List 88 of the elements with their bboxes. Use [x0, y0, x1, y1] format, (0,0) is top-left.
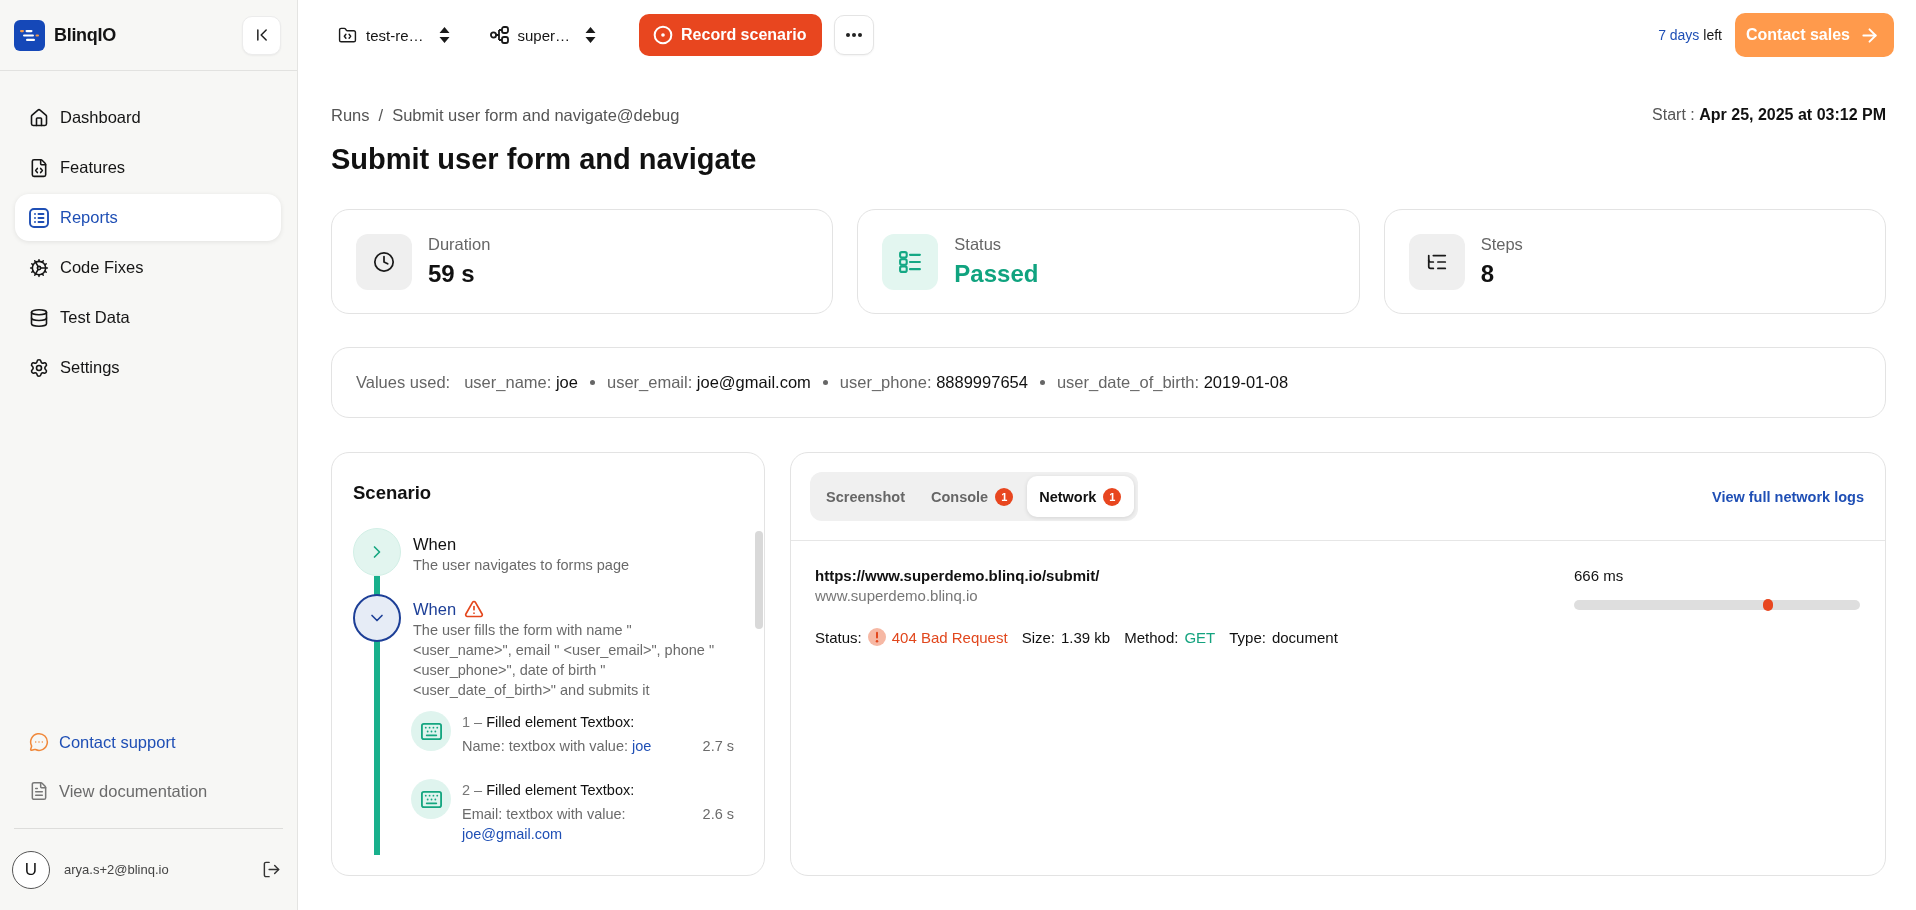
settings-icon [29, 357, 49, 378]
request-host: www.superdemo.blinq.io [815, 586, 979, 606]
logout-icon[interactable] [262, 860, 281, 879]
ellipsis-icon [846, 33, 863, 37]
step-keyword: When [413, 534, 457, 554]
record-icon [653, 25, 674, 45]
nav-item[interactable]: Dashboard [15, 94, 281, 141]
count-badge: 1 [995, 487, 1014, 506]
breadcrumb-current: Submit user form and navigate@debug [392, 105, 680, 125]
stat-value: Passed [954, 260, 1039, 288]
stat-label: Duration [428, 235, 491, 254]
field-value: 1.39 kb [1061, 628, 1111, 646]
breadcrumb-link[interactable]: Runs [331, 105, 370, 125]
panel-title: Scenario [353, 482, 433, 504]
breadcrumb-separator: / [378, 105, 384, 125]
action-detail: Name: textbox with value: joe [462, 737, 653, 756]
user-email: arya.s+2@blinq.io [64, 862, 170, 877]
field-label: Method: [1124, 628, 1179, 646]
nav-item[interactable]: Test Data [15, 294, 281, 341]
request-url: https://www.superdemo.blinq.io/submit/ [815, 566, 1101, 586]
action-duration: 2.7 s [702, 737, 734, 756]
home-icon [29, 107, 49, 128]
step-toggle-button[interactable] [353, 594, 401, 642]
tab[interactable]: Screenshot [814, 476, 918, 517]
sort-arrows-icon [438, 26, 450, 44]
value-item: user_phone: 8889997654 [839, 373, 1028, 392]
value-item: user_email: joe@gmail.com [606, 373, 811, 392]
view-logs-link[interactable]: View full network logs [1712, 488, 1864, 505]
documentation-link[interactable]: View documentation [15, 771, 281, 811]
keyboard-icon [411, 779, 451, 819]
support-link[interactable]: Contact support [15, 722, 281, 762]
more-button[interactable] [834, 15, 875, 55]
stat-value: 8 [1480, 260, 1495, 288]
scrollbar[interactable] [755, 531, 763, 629]
value-item: user_date_of_birth: 2019-01-08 [1056, 373, 1289, 392]
database-icon [29, 307, 49, 328]
step-keyword: When [413, 599, 457, 619]
app-selector[interactable]: super… [489, 26, 597, 44]
start-time: Start : Apr 25, 2025 at 03:12 PM [1652, 106, 1886, 124]
bullet-icon [589, 380, 595, 385]
collapse-sidebar-button[interactable] [242, 15, 281, 55]
cog-icon [29, 257, 49, 278]
action-detail: Email: textbox with value: joe@gmail.com [462, 805, 627, 844]
nav-item[interactable]: Settings [15, 344, 281, 391]
value-item: user_name: joe [464, 373, 578, 392]
user-avatar: U [12, 850, 50, 889]
field-label: Type: [1229, 628, 1266, 646]
keyboard-icon [411, 711, 451, 751]
nav-item[interactable]: Reports [15, 194, 281, 241]
action-title: 1 – Filled element Textbox: [462, 713, 636, 732]
brand-name: BlinqIO [54, 24, 116, 46]
status-list-icon [882, 233, 939, 290]
project-selector[interactable]: test-re… [338, 25, 450, 45]
step-description: The user fills the form with name " <user_name>", email " <user_email>", phone " <user_phone>", date of birth " <user_date_of_birth>" and submits it [413, 621, 716, 700]
tab[interactable]: Network 1 [1027, 476, 1135, 517]
clock-icon [356, 233, 412, 290]
stat-label: Steps [1480, 235, 1523, 254]
trial-days-left: 7 days left [1658, 27, 1722, 43]
field-value: GET [1184, 628, 1216, 646]
file-code-icon [29, 157, 49, 178]
stat-value: 59 s [428, 260, 476, 288]
count-badge: 1 [1103, 487, 1122, 506]
bullet-icon [1039, 380, 1045, 385]
tab[interactable]: Console 1 [919, 476, 1027, 517]
step-description: The user navigates to forms page [413, 556, 630, 575]
action-title: 2 – Filled element Textbox: [462, 781, 636, 800]
record-scenario-button[interactable]: Record scenario [639, 14, 823, 56]
document-icon [29, 781, 49, 801]
tree-list-icon [1408, 233, 1465, 290]
logo-icon [14, 19, 45, 51]
nav-item[interactable]: Code Fixes [15, 244, 281, 291]
list-icon [29, 207, 49, 228]
bullet-icon [822, 380, 828, 385]
nodes-icon [489, 26, 509, 44]
request-duration: 666 ms [1574, 566, 1625, 586]
field-value: document [1271, 628, 1338, 646]
error-icon [867, 628, 886, 646]
field-value: 404 Bad Request [891, 628, 1008, 646]
field-label: Size: [1021, 628, 1055, 646]
folder-code-icon [338, 25, 357, 45]
values-label: Values used: [356, 373, 451, 392]
action-duration: 2.6 s [702, 805, 734, 824]
field-label: Status: [815, 628, 862, 646]
stat-label: Status [954, 235, 1003, 254]
nav-item[interactable]: Features [15, 144, 281, 191]
chat-icon [29, 732, 49, 752]
page-title: Submit user form and navigate [331, 142, 758, 177]
sort-arrows-icon [585, 26, 597, 44]
